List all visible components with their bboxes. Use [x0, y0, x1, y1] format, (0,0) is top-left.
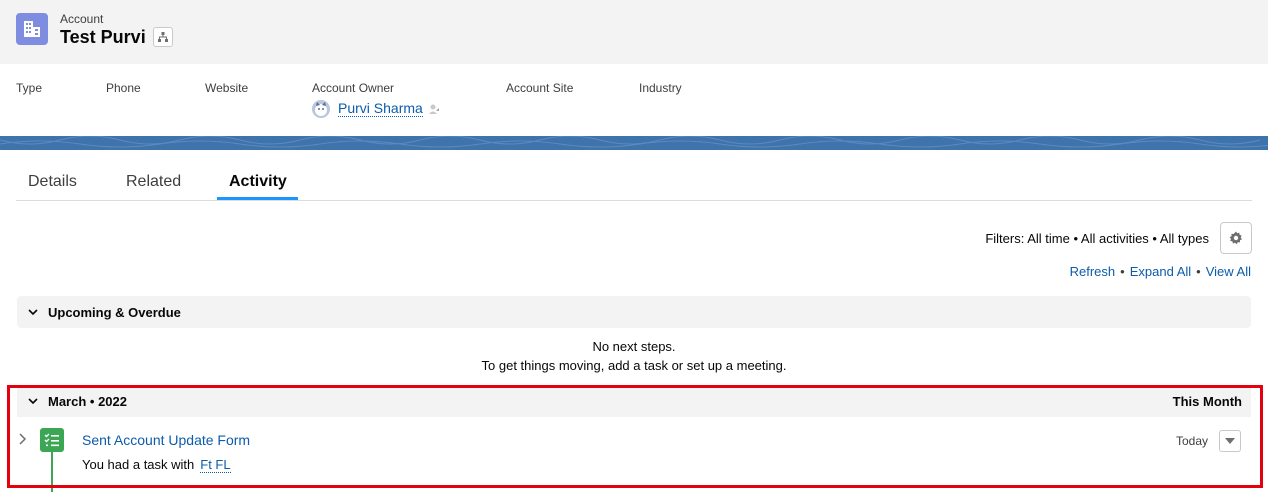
field-website-label: Website [205, 81, 249, 95]
highlights-panel: Type Phone Website Account Owner Purvi S… [0, 64, 1268, 136]
chevron-down-icon [28, 309, 38, 316]
decorative-banner [0, 136, 1268, 150]
tab-related[interactable]: Related [126, 173, 181, 191]
field-owner-label: Account Owner [312, 81, 395, 95]
activity-filters: Filters: All time • All activities • All… [985, 231, 1209, 246]
active-tab-indicator [217, 197, 298, 200]
avatar [312, 100, 330, 118]
field-phone-label: Phone [106, 81, 141, 95]
view-hierarchy-button[interactable] [153, 27, 173, 47]
tab-activity[interactable]: Activity [229, 173, 287, 191]
building-icon [16, 13, 48, 45]
link-separator: • [1196, 264, 1201, 279]
gear-icon [1229, 231, 1242, 245]
tab-details[interactable]: Details [28, 173, 77, 191]
change-owner-icon[interactable] [428, 103, 440, 118]
field-site-label: Account Site [506, 81, 574, 95]
object-label: Account [60, 12, 104, 26]
link-separator: • [1120, 264, 1125, 279]
record-header: Account Test Purvi [0, 0, 1268, 64]
highlight-box [7, 385, 1263, 488]
record-title: Test Purvi [60, 27, 146, 47]
filter-settings-button[interactable] [1220, 222, 1252, 254]
upcoming-section-header[interactable]: Upcoming & Overdue [17, 296, 1251, 328]
activity-actions: Refresh • Expand All • View All [1070, 264, 1251, 279]
owner-name-link[interactable]: Purvi Sharma [338, 101, 423, 117]
field-type-label: Type [16, 81, 43, 95]
empty-state-line2: To get things moving, add a task or set … [481, 358, 787, 373]
record-tabs: Details Related Activity [16, 150, 1252, 201]
upcoming-section-title: Upcoming & Overdue [48, 305, 181, 320]
hierarchy-icon [158, 32, 168, 42]
view-all-link[interactable]: View All [1206, 264, 1251, 279]
empty-state-line1: No next steps. [592, 339, 676, 354]
refresh-link[interactable]: Refresh [1070, 264, 1116, 279]
expand-all-link[interactable]: Expand All [1130, 264, 1191, 279]
field-industry-label: Industry [639, 81, 682, 95]
